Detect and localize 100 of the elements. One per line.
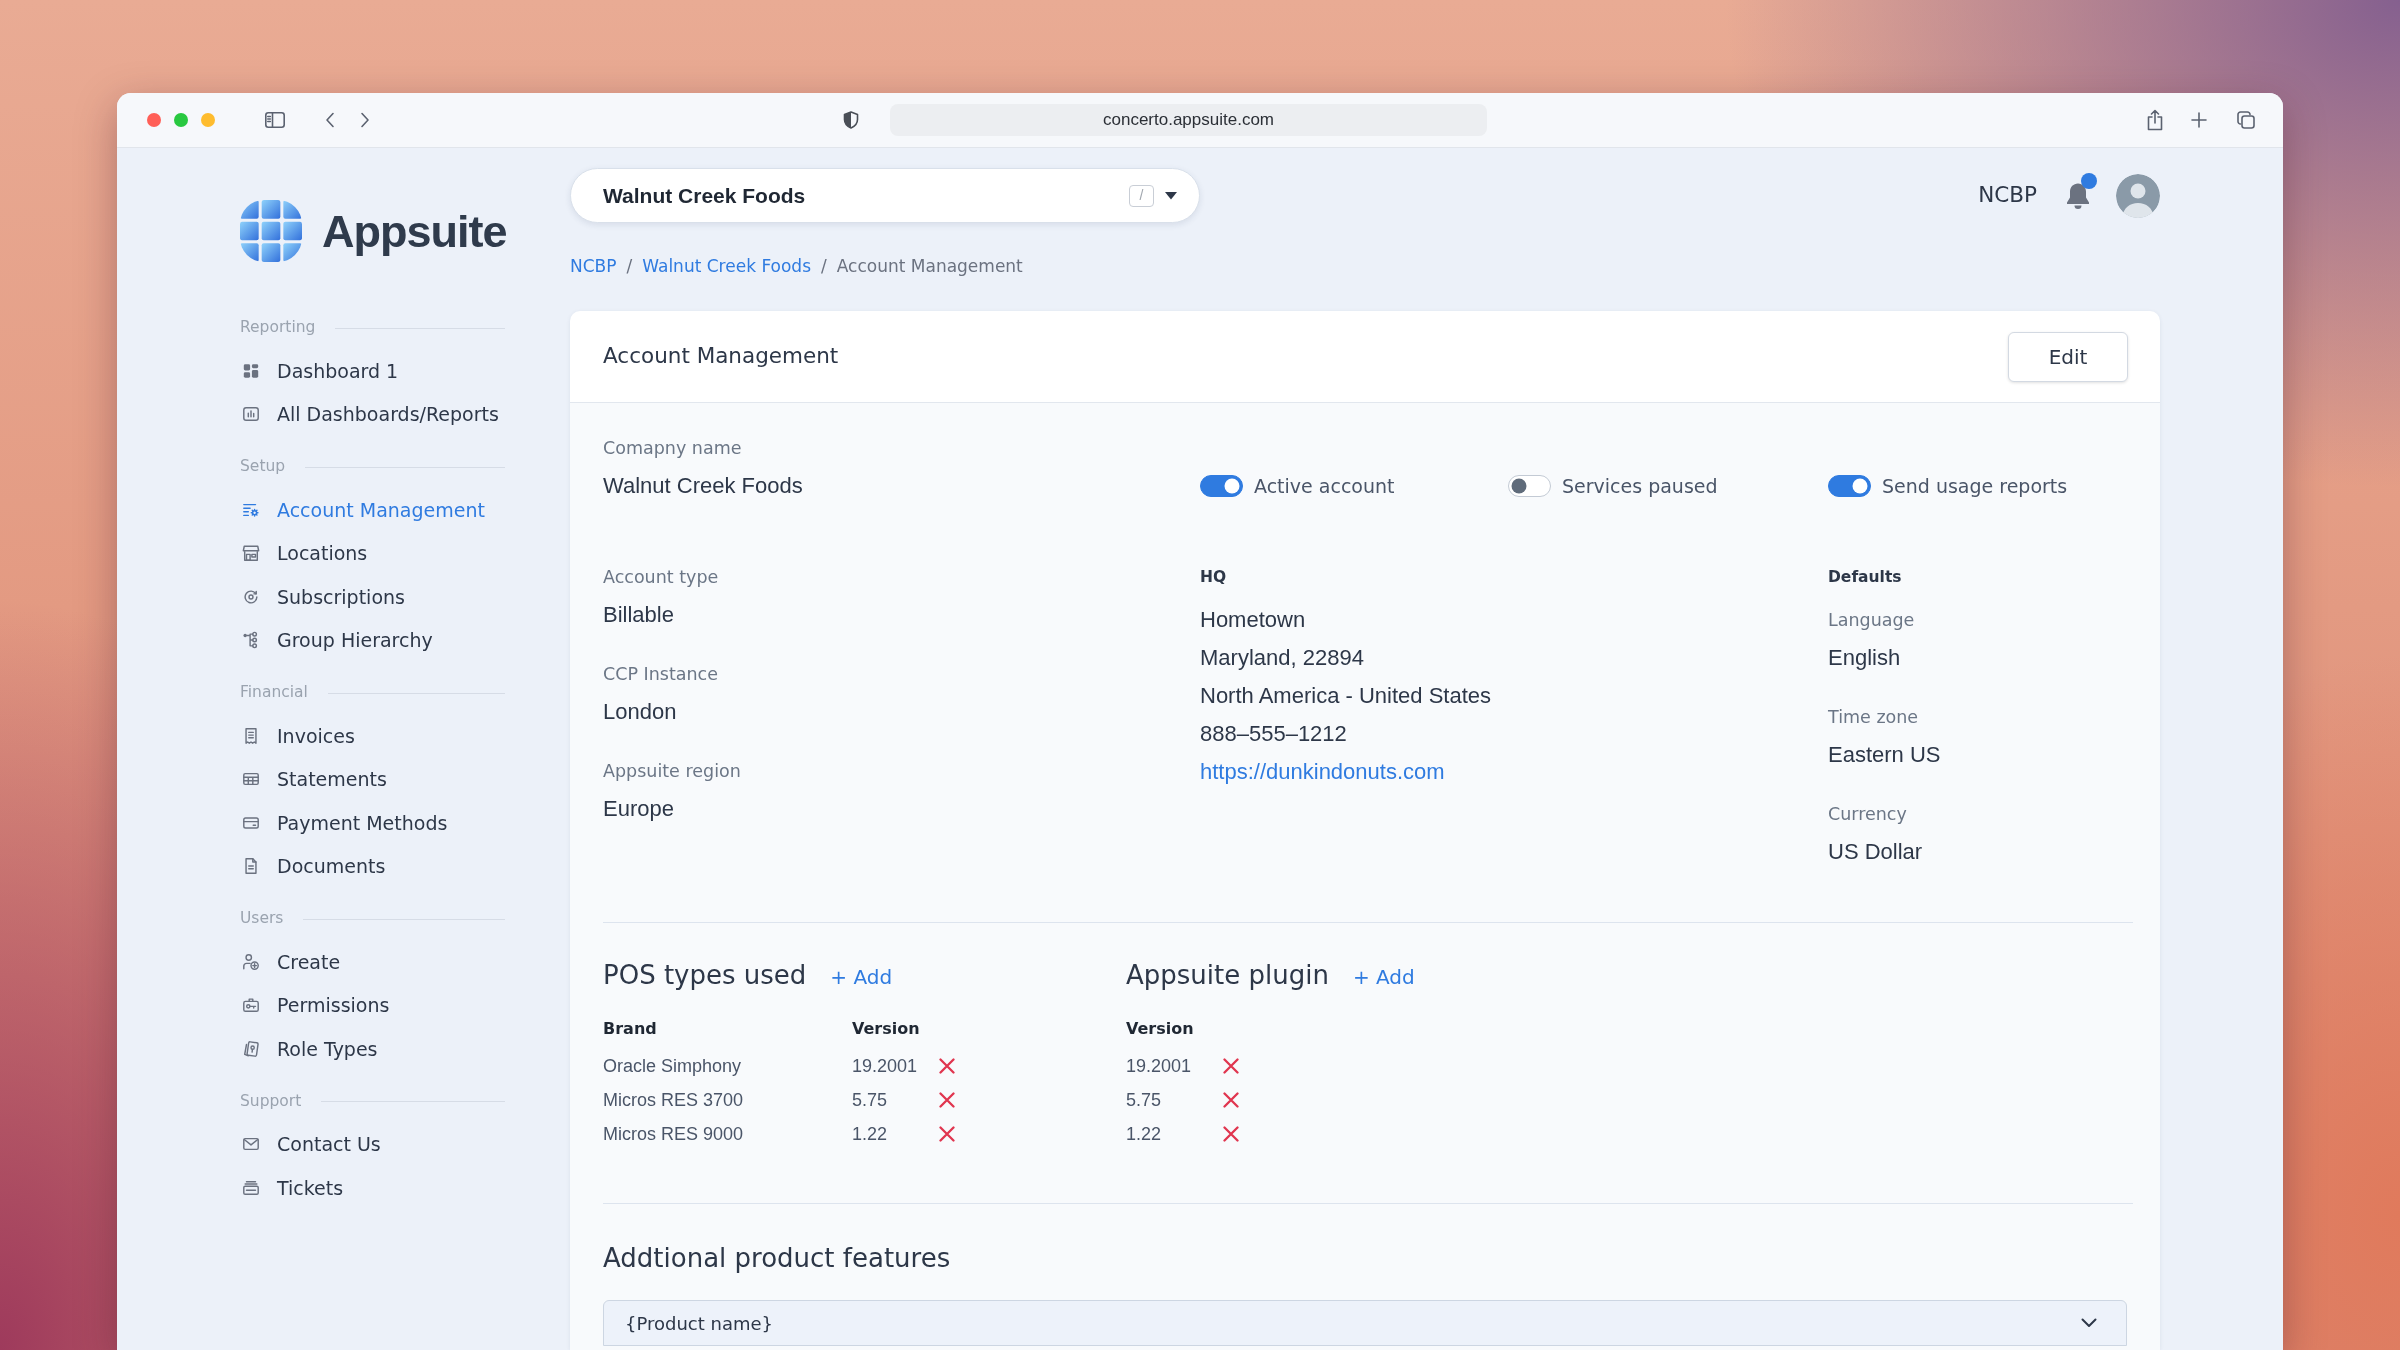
sidebar-item[interactable]: Payment Methods — [240, 801, 505, 845]
edit-button[interactable]: Edit — [2008, 331, 2128, 382]
add-link[interactable]: + Add — [830, 962, 893, 992]
chevron-left-icon[interactable] — [325, 112, 335, 128]
sidebar-item[interactable]: Subscriptions — [240, 575, 505, 619]
receipt-icon — [242, 726, 260, 745]
sidebar-item[interactable]: Invoices — [240, 714, 505, 758]
tabs-icon[interactable] — [2237, 111, 2255, 129]
section-title: HQ — [1200, 567, 1227, 588]
sidebar-item[interactable]: Group Hierarchy — [240, 618, 505, 662]
section-heading: Addtional product features — [603, 1242, 951, 1275]
accordion-header[interactable]: {Product name} — [603, 1300, 2127, 1346]
toggle-switch[interactable] — [1828, 475, 1871, 497]
table-cell-text: Micros RES 9000 — [603, 1123, 745, 1146]
x-icon[interactable] — [939, 1058, 955, 1074]
field-value: English — [1828, 644, 1901, 672]
toggle-switch[interactable] — [1508, 475, 1551, 497]
sidebar-section-title: Support — [240, 1090, 302, 1112]
share-icon[interactable] — [2146, 109, 2164, 131]
store-icon — [242, 544, 260, 563]
field-value: US Dollar — [1828, 838, 1923, 866]
organization-name: NCBP — [1978, 181, 2037, 210]
toggle-switch[interactable] — [1200, 475, 1243, 497]
field-label: Appsuite region — [603, 760, 741, 783]
hierarchy-icon — [242, 631, 260, 650]
document-icon — [242, 857, 260, 876]
table-cell-text: 19.2001 — [852, 1055, 919, 1078]
key-card-icon — [242, 996, 260, 1015]
caret-icon — [1165, 191, 1177, 200]
sidebar-item[interactable]: All Dashboards/Reports — [240, 392, 505, 436]
cycle-arrow-icon — [242, 587, 260, 606]
sidebar-section-title: Users — [240, 908, 284, 930]
field-value: Billable — [603, 601, 674, 629]
sidebar-item[interactable]: Role Types — [240, 1027, 505, 1071]
sidebar-item[interactable]: Locations — [240, 531, 505, 575]
table-cell-text: 1.22 — [852, 1123, 889, 1146]
breadcrumb-current: Account Management — [836, 255, 1023, 278]
breadcrumb-link[interactable]: NCBP — [570, 253, 617, 279]
sidebar-item[interactable]: Statements — [240, 757, 505, 801]
sidebar-item[interactable]: Contact Us — [240, 1122, 505, 1166]
window-close-icon[interactable] — [147, 113, 161, 127]
sidebar-icon[interactable] — [265, 112, 285, 128]
tiles-icon — [242, 361, 260, 380]
address-line: North America - United States — [1200, 682, 1491, 710]
address-line: Hometown — [1200, 606, 1306, 634]
toggle-label: Send usage reports — [1882, 473, 2068, 499]
website-link[interactable]: https://dunkindonuts.com — [1200, 753, 1445, 791]
phone-number: 888–555–1212 — [1200, 720, 1347, 748]
field-value: Walnut Creek Foods — [603, 472, 803, 500]
x-icon[interactable] — [1223, 1058, 1239, 1074]
account-selector[interactable]: Walnut Creek Foods / — [570, 168, 1200, 223]
logo-icon — [240, 200, 302, 262]
breadcrumb-link[interactable]: Walnut Creek Foods — [642, 253, 811, 279]
sidebar-section-title: Reporting — [240, 317, 316, 339]
bell-icon[interactable] — [2065, 181, 2091, 210]
toggle-label: Active account — [1254, 473, 1395, 499]
column-header: Version — [1126, 1018, 1195, 1040]
field-value: Eastern US — [1828, 741, 1941, 769]
user-plus-icon — [242, 952, 260, 971]
column-header: Brand — [603, 1018, 658, 1040]
field-label: Comapny name — [603, 437, 742, 460]
sidebar-item[interactable]: Account Management — [240, 488, 505, 532]
field-value: Europe — [603, 795, 674, 823]
x-icon[interactable] — [939, 1092, 955, 1108]
breadcrumb-separator: / — [626, 255, 633, 278]
field-label: Time zone — [1828, 706, 1919, 729]
field-label: Account type — [603, 566, 719, 589]
card-title: Account Management — [603, 342, 839, 371]
sidebar-item[interactable]: Create — [240, 940, 505, 984]
chevron-right-icon[interactable] — [360, 112, 370, 128]
address-bar[interactable]: concerto.appsuite.com — [890, 104, 1487, 136]
field-label: Currency — [1828, 803, 1907, 826]
plus-icon[interactable] — [2191, 112, 2207, 128]
sidebar-item[interactable]: Dashboard 1 — [240, 349, 505, 393]
sidebar-item[interactable]: Tickets — [240, 1166, 505, 1210]
id-cards-icon — [242, 1039, 260, 1058]
field-label: Language — [1828, 609, 1915, 632]
sidebar-item[interactable]: Permissions — [240, 983, 505, 1027]
toggle-label: Services paused — [1562, 473, 1718, 499]
bar-chart-icon — [242, 405, 260, 424]
section-heading: Appsuite plugin — [1126, 959, 1329, 992]
section-heading: POS types used — [603, 959, 807, 992]
column-header: Version — [852, 1018, 921, 1040]
sidebar-section-title: Setup — [240, 456, 286, 478]
x-icon[interactable] — [939, 1126, 955, 1142]
add-link[interactable]: + Add — [1352, 962, 1415, 992]
field-value: London — [603, 698, 677, 726]
x-icon[interactable] — [1223, 1126, 1239, 1142]
shortcut-key: / — [1129, 184, 1154, 207]
breadcrumb-separator: / — [821, 255, 827, 278]
sidebar-item[interactable]: Documents — [240, 844, 505, 888]
field-label: CCP Instance — [603, 663, 718, 686]
avatar-icon[interactable] — [2116, 173, 2160, 218]
sidebar-section-title: Financial — [240, 682, 308, 704]
shield-icon[interactable] — [843, 111, 859, 129]
address-line: Maryland, 22894 — [1200, 644, 1364, 672]
brand-name: Appsuite — [322, 208, 507, 254]
table-cell-text: 19.2001 — [1126, 1055, 1193, 1078]
x-icon[interactable] — [1223, 1092, 1239, 1108]
ticket-stack-icon — [242, 1178, 260, 1197]
